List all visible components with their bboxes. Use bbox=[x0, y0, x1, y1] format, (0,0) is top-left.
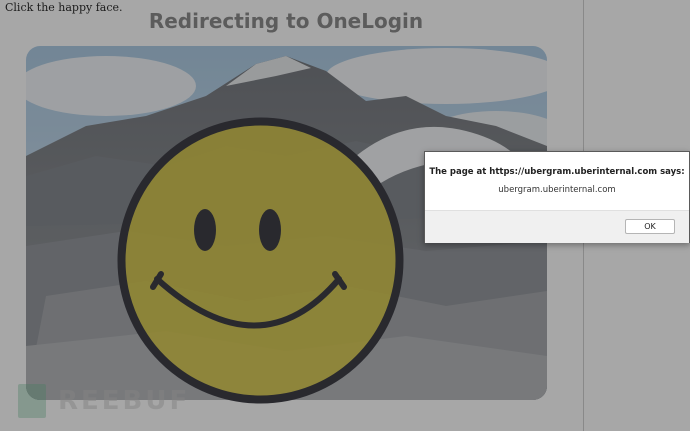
dialog-title: The page at https://ubergram.uberinterna… bbox=[429, 167, 685, 177]
page-stage: Click the happy face. Redirecting to One… bbox=[0, 0, 690, 431]
dialog-footer: OK bbox=[425, 210, 689, 243]
alert-dialog: The page at https://ubergram.uberinterna… bbox=[424, 151, 690, 243]
dialog-message: ubergram.uberinternal.com bbox=[498, 185, 616, 195]
ok-button[interactable]: OK bbox=[625, 219, 675, 234]
